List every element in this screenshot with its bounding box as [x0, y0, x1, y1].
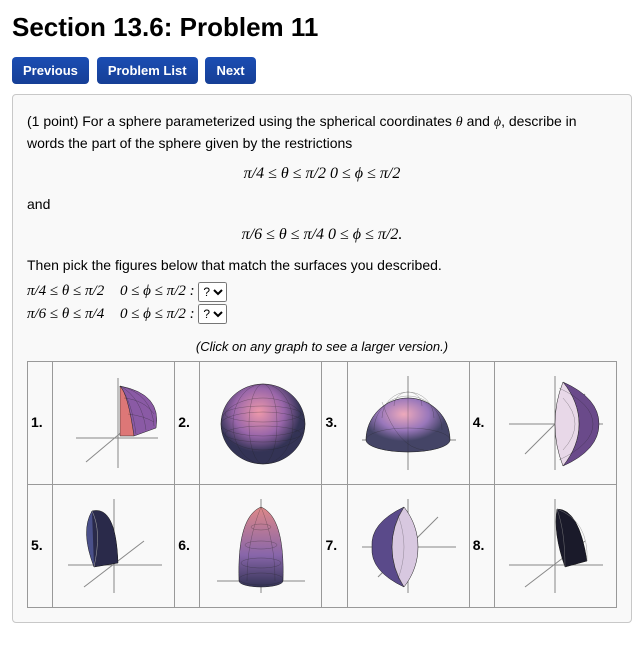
cell-label-2: 2.	[175, 361, 200, 484]
next-button[interactable]: Next	[205, 57, 255, 84]
cell-label-3: 3.	[322, 361, 347, 484]
answer2-range-phi: 0 ≤ ϕ ≤ π/2 :	[120, 306, 195, 322]
graph-thumb-5	[58, 491, 170, 601]
graph-cell-1[interactable]	[53, 361, 175, 484]
graph-thumb-3	[352, 368, 464, 478]
instruction-text: Then pick the figures below that match t…	[27, 255, 617, 276]
equation-2: π/6 ≤ θ ≤ π/4 0 ≤ ϕ ≤ π/2.	[27, 223, 617, 247]
graph-cell-6[interactable]	[200, 484, 322, 607]
graph-cell-2[interactable]	[200, 361, 322, 484]
and-text: and	[27, 194, 617, 215]
cell-label-8: 8.	[469, 484, 494, 607]
graph-cell-5[interactable]	[53, 484, 175, 607]
problem-list-button[interactable]: Problem List	[97, 57, 198, 84]
page-title: Section 13.6: Problem 11	[12, 12, 632, 43]
graph-cell-8[interactable]	[494, 484, 616, 607]
cell-label-1: 1.	[28, 361, 53, 484]
equation-1: π/4 ≤ θ ≤ π/2 0 ≤ ϕ ≤ π/2	[27, 162, 617, 186]
graph-grid: 1. 2.	[27, 361, 617, 608]
answer-row-1: π/4 ≤ θ ≤ π/2 0 ≤ ϕ ≤ π/2 : ?	[27, 280, 617, 303]
cell-label-5: 5.	[28, 484, 53, 607]
cell-label-7: 7.	[322, 484, 347, 607]
phi-symbol: ϕ	[494, 115, 501, 130]
nav-bar: Previous Problem List Next	[12, 57, 632, 84]
answer1-range-phi: 0 ≤ ϕ ≤ π/2 :	[120, 283, 195, 299]
problem-intro: (1 point) For a sphere parameterized usi…	[27, 111, 617, 154]
answer-select-1[interactable]: ?	[198, 282, 227, 302]
graph-thumb-7	[352, 491, 464, 601]
graph-thumb-1	[58, 368, 170, 478]
answer2-range-theta: π/6 ≤ θ ≤ π/4	[27, 306, 104, 322]
graph-thumb-4	[499, 368, 611, 478]
previous-button[interactable]: Previous	[12, 57, 89, 84]
answer-row-2: π/6 ≤ θ ≤ π/4 0 ≤ ϕ ≤ π/2 : ?	[27, 303, 617, 326]
problem-body: (1 point) For a sphere parameterized usi…	[12, 94, 632, 623]
cell-label-4: 4.	[469, 361, 494, 484]
answer-select-2[interactable]: ?	[198, 304, 227, 324]
graph-thumb-8	[499, 491, 611, 601]
graph-cell-4[interactable]	[494, 361, 616, 484]
graph-thumb-6	[205, 491, 317, 601]
intro-text-1: (1 point) For a sphere parameterized usi…	[27, 113, 456, 129]
intro-and: and	[463, 113, 494, 129]
graph-thumb-2	[205, 368, 317, 478]
theta-symbol: θ	[456, 115, 463, 130]
graph-cell-3[interactable]	[347, 361, 469, 484]
answer1-range-theta: π/4 ≤ θ ≤ π/2	[27, 283, 104, 299]
cell-label-6: 6.	[175, 484, 200, 607]
graph-cell-7[interactable]	[347, 484, 469, 607]
graph-hint: (Click on any graph to see a larger vers…	[27, 337, 617, 357]
